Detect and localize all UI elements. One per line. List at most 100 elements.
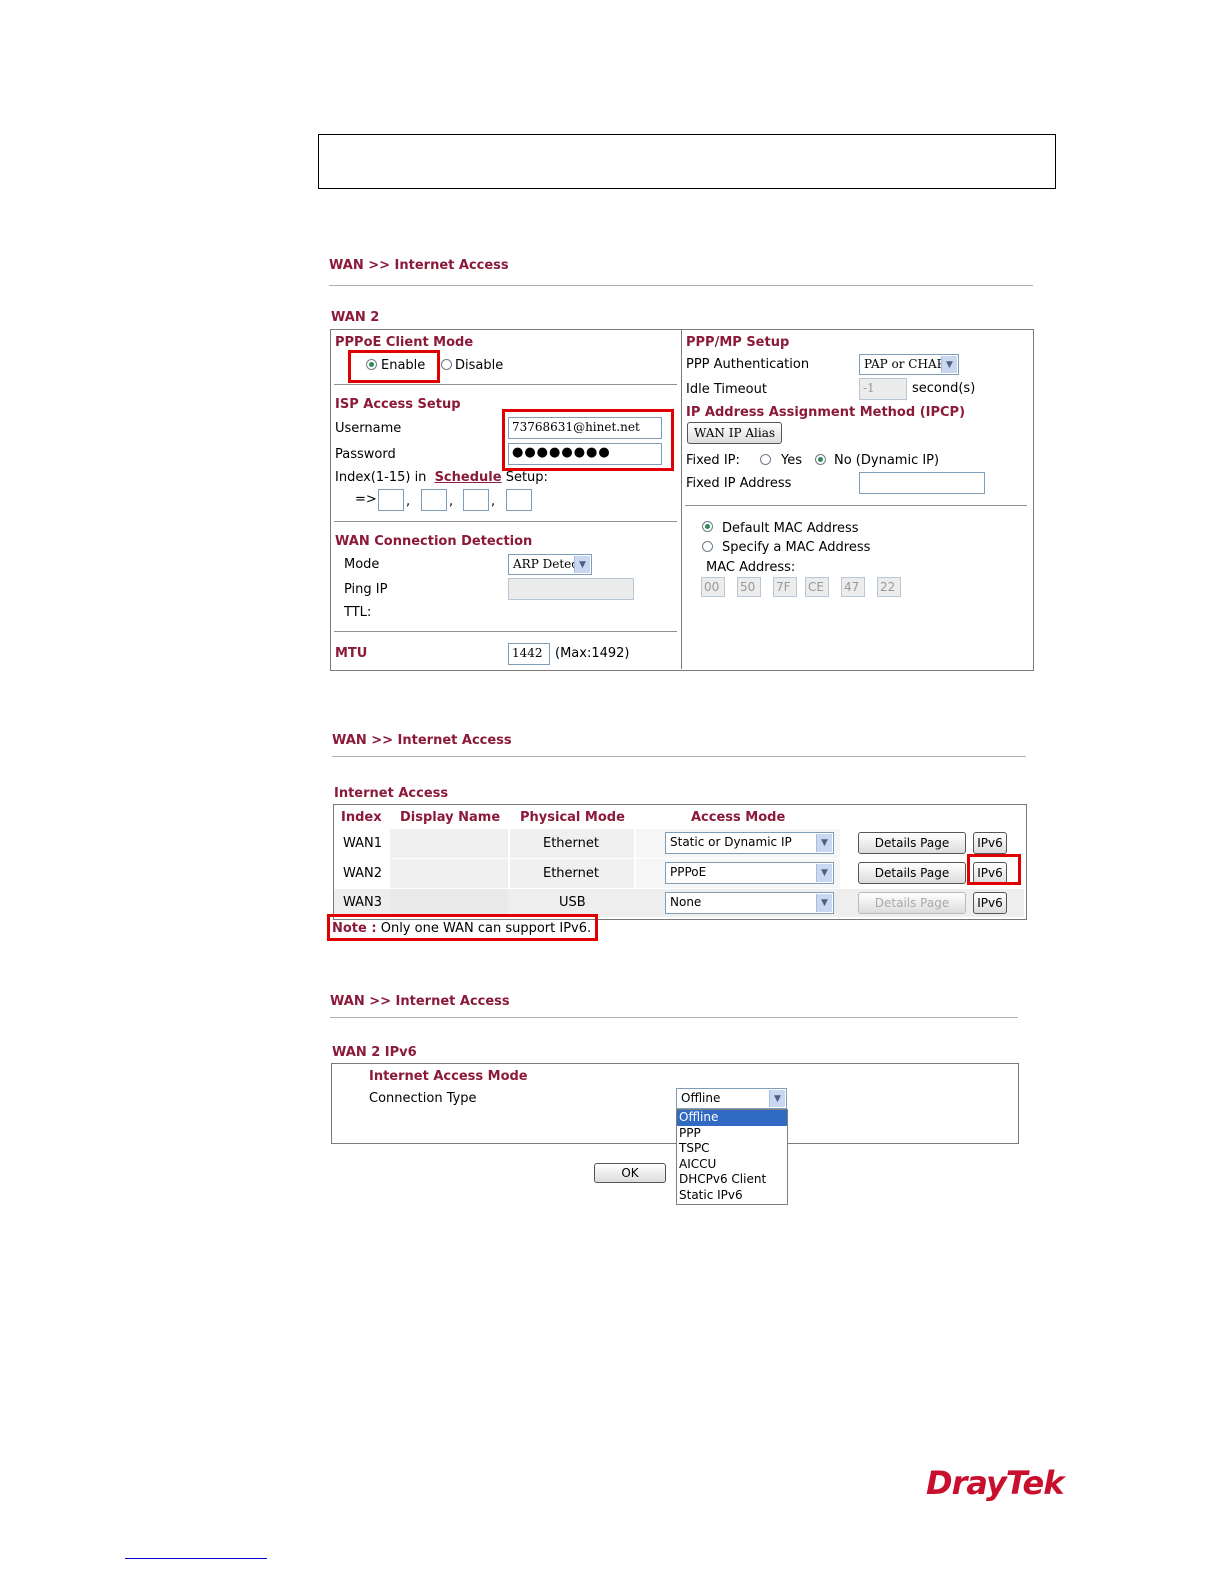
default-mac-radio[interactable]	[702, 521, 713, 532]
highlight-ipv6-button	[967, 854, 1021, 885]
schedule-sep-3: ,	[491, 494, 496, 509]
mac-octet-3[interactable]: 7F	[773, 577, 797, 597]
ppp-auth-select[interactable]: PAP or CHAP ▼	[859, 354, 959, 375]
isp-heading: ISP Access Setup	[335, 397, 461, 412]
row3-access-select[interactable]: None ▼	[665, 892, 834, 914]
schedule-index-4[interactable]	[506, 489, 532, 511]
schedule-index-2[interactable]	[421, 489, 447, 511]
pppoe-heading: PPPoE Client Mode	[335, 335, 474, 350]
fixed-ip-no-radio[interactable]	[815, 454, 826, 465]
pppoe-disable-radio[interactable]	[441, 359, 452, 370]
idle-timeout-input[interactable]: -1	[859, 378, 907, 400]
cell-bg	[390, 889, 508, 917]
ping-ip-input[interactable]	[508, 578, 634, 600]
specify-mac-label: Specify a MAC Address	[722, 540, 871, 555]
option-offline[interactable]: Offline	[677, 1110, 787, 1126]
mac-octet-1[interactable]: 00	[701, 577, 725, 597]
divider-1	[329, 285, 1033, 286]
col-header-access-mode: Access Mode	[691, 810, 786, 825]
option-ppp[interactable]: PPP	[677, 1126, 787, 1142]
fixed-ip-address-input[interactable]	[859, 472, 985, 494]
highlight-credentials	[502, 409, 674, 471]
footer-link-line	[125, 1558, 267, 1559]
option-static-ipv6[interactable]: Static IPv6	[677, 1188, 787, 1204]
highlight-note	[327, 914, 598, 941]
schedule-index-1[interactable]	[378, 489, 404, 511]
schedule-link[interactable]: Schedule	[435, 470, 502, 485]
schedule-sep-2: ,	[449, 494, 454, 509]
mac-address-label: MAC Address:	[706, 560, 796, 575]
ipcp-heading: IP Address Assignment Method (IPCP)	[686, 405, 966, 420]
detection-mode-select[interactable]: ARP Detect ▼	[508, 554, 592, 575]
internet-access-title: Internet Access	[334, 786, 449, 801]
schedule-index-suffix: Setup:	[505, 470, 548, 485]
divider-3	[330, 1017, 1018, 1018]
option-aiccu[interactable]: AICCU	[677, 1157, 787, 1173]
schedule-arrow: =>	[355, 492, 377, 507]
wan2-ipv6-title: WAN 2 IPv6	[332, 1045, 417, 1060]
row2-details-button[interactable]: Details Page	[858, 862, 966, 884]
row1-physical: Ethernet	[543, 836, 599, 851]
breadcrumb-3: WAN >> Internet Access	[330, 994, 510, 1009]
right-divider-1	[685, 505, 1027, 506]
section-title-wan2: WAN 2	[331, 310, 380, 325]
breadcrumb-1: WAN >> Internet Access	[329, 258, 509, 273]
row2-access-select[interactable]: PPPoE ▼	[665, 862, 834, 884]
ping-ip-label: Ping IP	[344, 582, 388, 597]
row1-index: WAN1	[343, 836, 383, 851]
divider-2	[332, 756, 1026, 757]
username-label: Username	[335, 421, 402, 436]
default-mac-label: Default MAC Address	[722, 521, 859, 536]
pppoe-disable-label: Disable	[455, 358, 504, 373]
highlight-enable	[348, 350, 440, 383]
detection-heading: WAN Connection Detection	[335, 534, 533, 549]
specify-mac-radio[interactable]	[702, 541, 713, 552]
wan-ip-alias-button[interactable]: WAN IP Alias	[687, 422, 782, 444]
password-label: Password	[335, 447, 396, 462]
ok-button[interactable]: OK	[594, 1163, 666, 1183]
chevron-down-icon: ▼	[769, 1090, 785, 1107]
mac-octet-2[interactable]: 50	[737, 577, 761, 597]
row2-index: WAN2	[343, 866, 383, 881]
row3-ipv6-button[interactable]: IPv6	[973, 892, 1007, 914]
option-dhcpv6-client[interactable]: DHCPv6 Client	[677, 1172, 787, 1188]
row3-index: WAN3	[343, 895, 383, 910]
connection-type-value: Offline	[681, 1091, 721, 1105]
schedule-index-prefix: Index(1-15) in	[335, 470, 427, 485]
chevron-down-icon: ▼	[816, 864, 832, 882]
fixed-ip-yes-label: Yes	[781, 453, 802, 468]
fixed-ip-address-label: Fixed IP Address	[686, 476, 792, 491]
row1-details-button[interactable]: Details Page	[858, 832, 966, 854]
schedule-index-3[interactable]	[463, 489, 489, 511]
col-header-display-name: Display Name	[400, 810, 501, 825]
chevron-down-icon: ▼	[941, 356, 957, 373]
left-divider-3	[334, 631, 677, 632]
row2-access-value: PPPoE	[670, 865, 707, 879]
cell-bg	[390, 859, 508, 888]
detection-mode-value: ARP Detect	[513, 557, 583, 571]
schedule-sep-1: ,	[406, 494, 411, 509]
detection-mode-label: Mode	[344, 557, 380, 572]
mac-octet-6[interactable]: 22	[877, 577, 901, 597]
col-header-physical-mode: Physical Mode	[520, 810, 625, 825]
fixed-ip-yes-radio[interactable]	[760, 454, 771, 465]
mac-octet-5[interactable]: 47	[841, 577, 865, 597]
left-divider-2	[334, 521, 677, 522]
mac-octet-4[interactable]: CE	[805, 577, 829, 597]
mtu-input[interactable]: 1442	[508, 643, 550, 665]
ppp-auth-label: PPP Authentication	[686, 357, 810, 372]
ttl-label: TTL:	[344, 605, 372, 620]
internet-access-mode-heading: Internet Access Mode	[369, 1069, 528, 1084]
row3-details-button[interactable]: Details Page	[858, 892, 966, 914]
connection-type-label: Connection Type	[369, 1091, 477, 1106]
cell-bg	[390, 829, 508, 858]
schedule-index-label: Index(1-15) in Schedule Setup:	[335, 470, 548, 485]
row1-ipv6-button[interactable]: IPv6	[973, 832, 1007, 854]
chevron-down-icon: ▼	[816, 894, 832, 912]
option-tspc[interactable]: TSPC	[677, 1141, 787, 1157]
left-divider-1	[334, 384, 677, 385]
idle-timeout-label: Idle Timeout	[686, 382, 767, 397]
connection-type-select[interactable]: Offline ▼	[676, 1088, 787, 1109]
breadcrumb-2: WAN >> Internet Access	[332, 733, 512, 748]
row1-access-select[interactable]: Static or Dynamic IP ▼	[665, 832, 834, 854]
